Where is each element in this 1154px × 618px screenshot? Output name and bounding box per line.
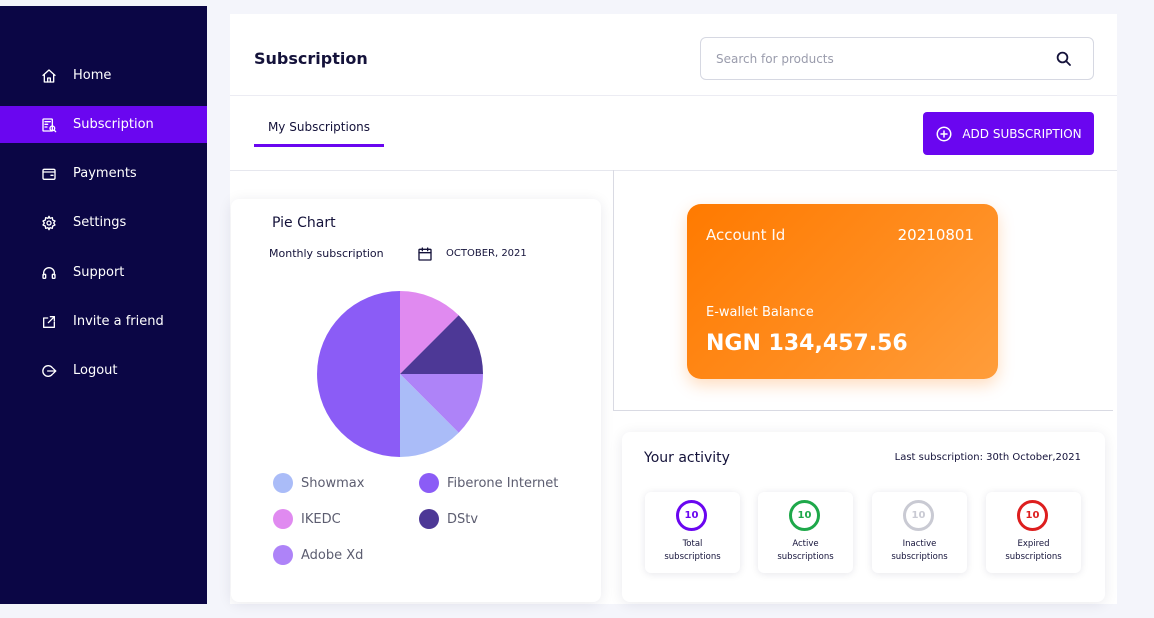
sidebar-item-label: Invite a friend bbox=[73, 314, 164, 329]
subscription-icon bbox=[40, 116, 58, 134]
sidebar-item-settings[interactable]: Settings bbox=[0, 204, 207, 241]
logout-icon bbox=[40, 362, 58, 380]
add-subscription-label: ADD SUBSCRIPTION bbox=[962, 126, 1082, 141]
sidebar-item-logout[interactable]: Logout bbox=[0, 352, 207, 389]
sidebar-item-label: Subscription bbox=[73, 117, 154, 132]
gear-icon bbox=[40, 214, 58, 232]
stat-label-line1: Expired bbox=[1017, 539, 1050, 549]
calendar-icon[interactable] bbox=[417, 246, 433, 262]
stat-count-ring: 10 bbox=[789, 500, 820, 531]
stat-total[interactable]: 10 Total subscriptions bbox=[645, 492, 740, 573]
stat-count-ring: 10 bbox=[676, 500, 707, 531]
wallet-balance-label: E-wallet Balance bbox=[706, 305, 814, 320]
wallet-icon bbox=[40, 165, 58, 183]
stat-label-line2: subscriptions bbox=[777, 552, 834, 562]
pie-chart-title: Pie Chart bbox=[272, 215, 336, 231]
sidebar-item-payments[interactable]: Payments bbox=[0, 155, 207, 192]
account-id-label: Account Id bbox=[706, 226, 786, 244]
panel-divider-vertical bbox=[613, 170, 614, 410]
stat-label-line1: Inactive bbox=[902, 539, 937, 549]
last-subscription-text: Last subscription: 30th October,2021 bbox=[894, 452, 1081, 463]
headset-icon bbox=[40, 264, 58, 282]
pie-chart-date: OCTOBER, 2021 bbox=[446, 248, 527, 259]
sidebar-item-label: Support bbox=[73, 265, 125, 280]
panel-divider-horizontal bbox=[613, 410, 1113, 411]
legend-item: Adobe Xd bbox=[273, 545, 363, 565]
sidebar-item-label: Logout bbox=[73, 363, 118, 378]
sidebar-item-label: Settings bbox=[73, 215, 127, 230]
stat-count: 10 bbox=[797, 510, 812, 521]
add-subscription-button[interactable]: ADD SUBSCRIPTION bbox=[923, 112, 1094, 155]
legend-item: Showmax bbox=[273, 473, 364, 493]
stat-label: Expired subscriptions bbox=[986, 538, 1081, 564]
stat-count: 10 bbox=[911, 510, 926, 521]
stat-count-ring: 10 bbox=[1017, 500, 1048, 531]
search-icon[interactable] bbox=[1055, 50, 1073, 68]
legend-label: Fiberone Internet bbox=[447, 475, 559, 491]
sidebar-item-label: Payments bbox=[73, 166, 137, 181]
sidebar-item-support[interactable]: Support bbox=[0, 254, 207, 291]
sidebar-item-invite[interactable]: Invite a friend bbox=[0, 303, 207, 340]
plus-circle-icon bbox=[936, 126, 952, 141]
legend-label: Showmax bbox=[301, 475, 365, 491]
pie-chart-subtitle: Monthly subscription bbox=[269, 247, 384, 260]
search-box[interactable] bbox=[700, 37, 1094, 80]
account-id-value: 20210801 bbox=[897, 226, 974, 244]
wallet-balance-value: NGN 134,457.56 bbox=[706, 331, 908, 356]
account-card: Account Id 20210801 E-wallet Balance NGN… bbox=[687, 204, 998, 379]
sidebar-item-label: Home bbox=[73, 68, 112, 83]
legend-item: IKEDC bbox=[273, 509, 341, 529]
page-title: Subscription bbox=[254, 49, 368, 68]
header-divider bbox=[230, 95, 1117, 96]
stat-label-line2: subscriptions bbox=[1005, 552, 1062, 562]
pie-chart-card: Pie Chart Monthly subscription OCTOBER, … bbox=[231, 199, 601, 602]
stat-label-line1: Active bbox=[792, 539, 819, 549]
stat-label: Total subscriptions bbox=[645, 538, 740, 564]
tabs-divider bbox=[230, 170, 1117, 171]
activity-card: Your activity Last subscription: 30th Oc… bbox=[622, 432, 1105, 602]
legend-swatch bbox=[273, 509, 293, 529]
legend-swatch bbox=[273, 473, 293, 493]
stat-label: Inactive subscriptions bbox=[872, 538, 967, 564]
legend-swatch bbox=[419, 509, 439, 529]
page: Home Subscription Payments Settings Supp… bbox=[0, 0, 1154, 618]
legend-label: IKEDC bbox=[301, 511, 341, 527]
legend-swatch bbox=[419, 473, 439, 493]
tab-my-subscriptions[interactable]: My Subscriptions bbox=[254, 120, 384, 147]
stat-count: 10 bbox=[684, 510, 699, 521]
home-icon bbox=[40, 67, 58, 85]
stat-count: 10 bbox=[1025, 510, 1040, 521]
stat-expired[interactable]: 10 Expired subscriptions bbox=[986, 492, 1081, 573]
search-input[interactable] bbox=[716, 51, 1036, 66]
stat-active[interactable]: 10 Active subscriptions bbox=[758, 492, 853, 573]
activity-title: Your activity bbox=[644, 450, 730, 466]
stat-label-line1: Total bbox=[682, 539, 703, 549]
legend-item: Fiberone Internet bbox=[419, 473, 558, 493]
pie-chart bbox=[317, 291, 483, 457]
sidebar-item-home[interactable]: Home bbox=[0, 57, 207, 94]
sidebar: Home Subscription Payments Settings Supp… bbox=[0, 6, 207, 604]
legend-swatch bbox=[273, 545, 293, 565]
pie-slice-fiberone-internet[interactable] bbox=[317, 291, 400, 457]
stat-label-line2: subscriptions bbox=[891, 552, 948, 562]
legend-label: DStv bbox=[447, 511, 479, 527]
stat-label-line2: subscriptions bbox=[664, 552, 721, 562]
stat-label: Active subscriptions bbox=[758, 538, 853, 564]
stat-inactive[interactable]: 10 Inactive subscriptions bbox=[872, 492, 967, 573]
share-icon bbox=[40, 313, 58, 331]
legend-item: DStv bbox=[419, 509, 478, 529]
stat-count-ring: 10 bbox=[903, 500, 934, 531]
sidebar-item-subscription[interactable]: Subscription bbox=[0, 106, 207, 143]
legend-label: Adobe Xd bbox=[301, 547, 364, 563]
